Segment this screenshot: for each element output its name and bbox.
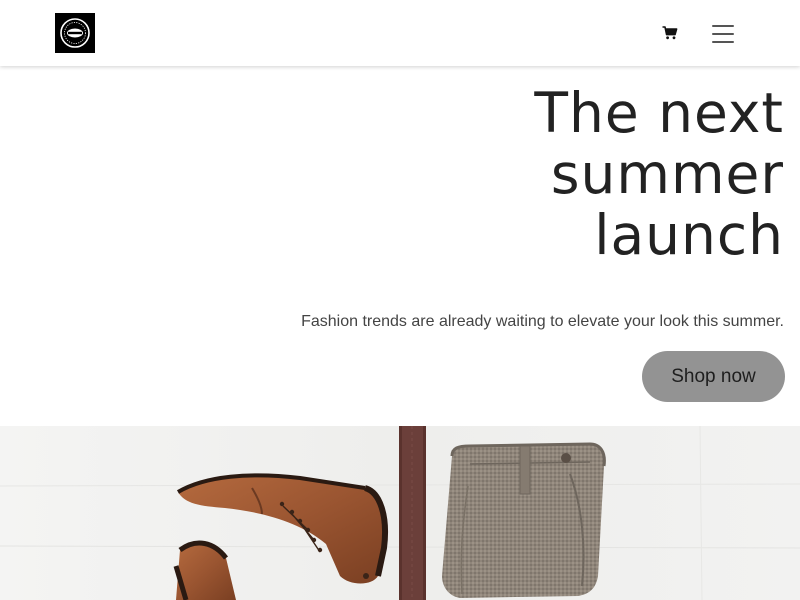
menu-bar-bottom <box>712 41 734 43</box>
hero-title-line-2: summer <box>550 142 784 206</box>
product-photo <box>0 426 800 600</box>
flatlay-image <box>0 426 800 600</box>
hero-subtitle: Fashion trends are already waiting to el… <box>301 313 784 330</box>
hero-title-line-3: launch <box>594 203 784 267</box>
menu-bar-middle <box>712 33 734 35</box>
brand-badge-logo-icon <box>60 18 90 48</box>
folded-trousers <box>442 442 606 598</box>
menu-bar-top <box>712 25 734 27</box>
belt <box>399 426 426 600</box>
brand-logo[interactable] <box>55 13 95 53</box>
cart-button[interactable] <box>660 23 680 43</box>
hero-title-line-1: The next <box>534 81 784 145</box>
site-header <box>0 0 800 66</box>
hamburger-menu-button[interactable] <box>709 21 737 47</box>
hero-title: The next summer launch <box>264 83 784 266</box>
shopping-cart-icon <box>662 26 678 40</box>
shop-now-button[interactable]: Shop now <box>642 351 785 402</box>
